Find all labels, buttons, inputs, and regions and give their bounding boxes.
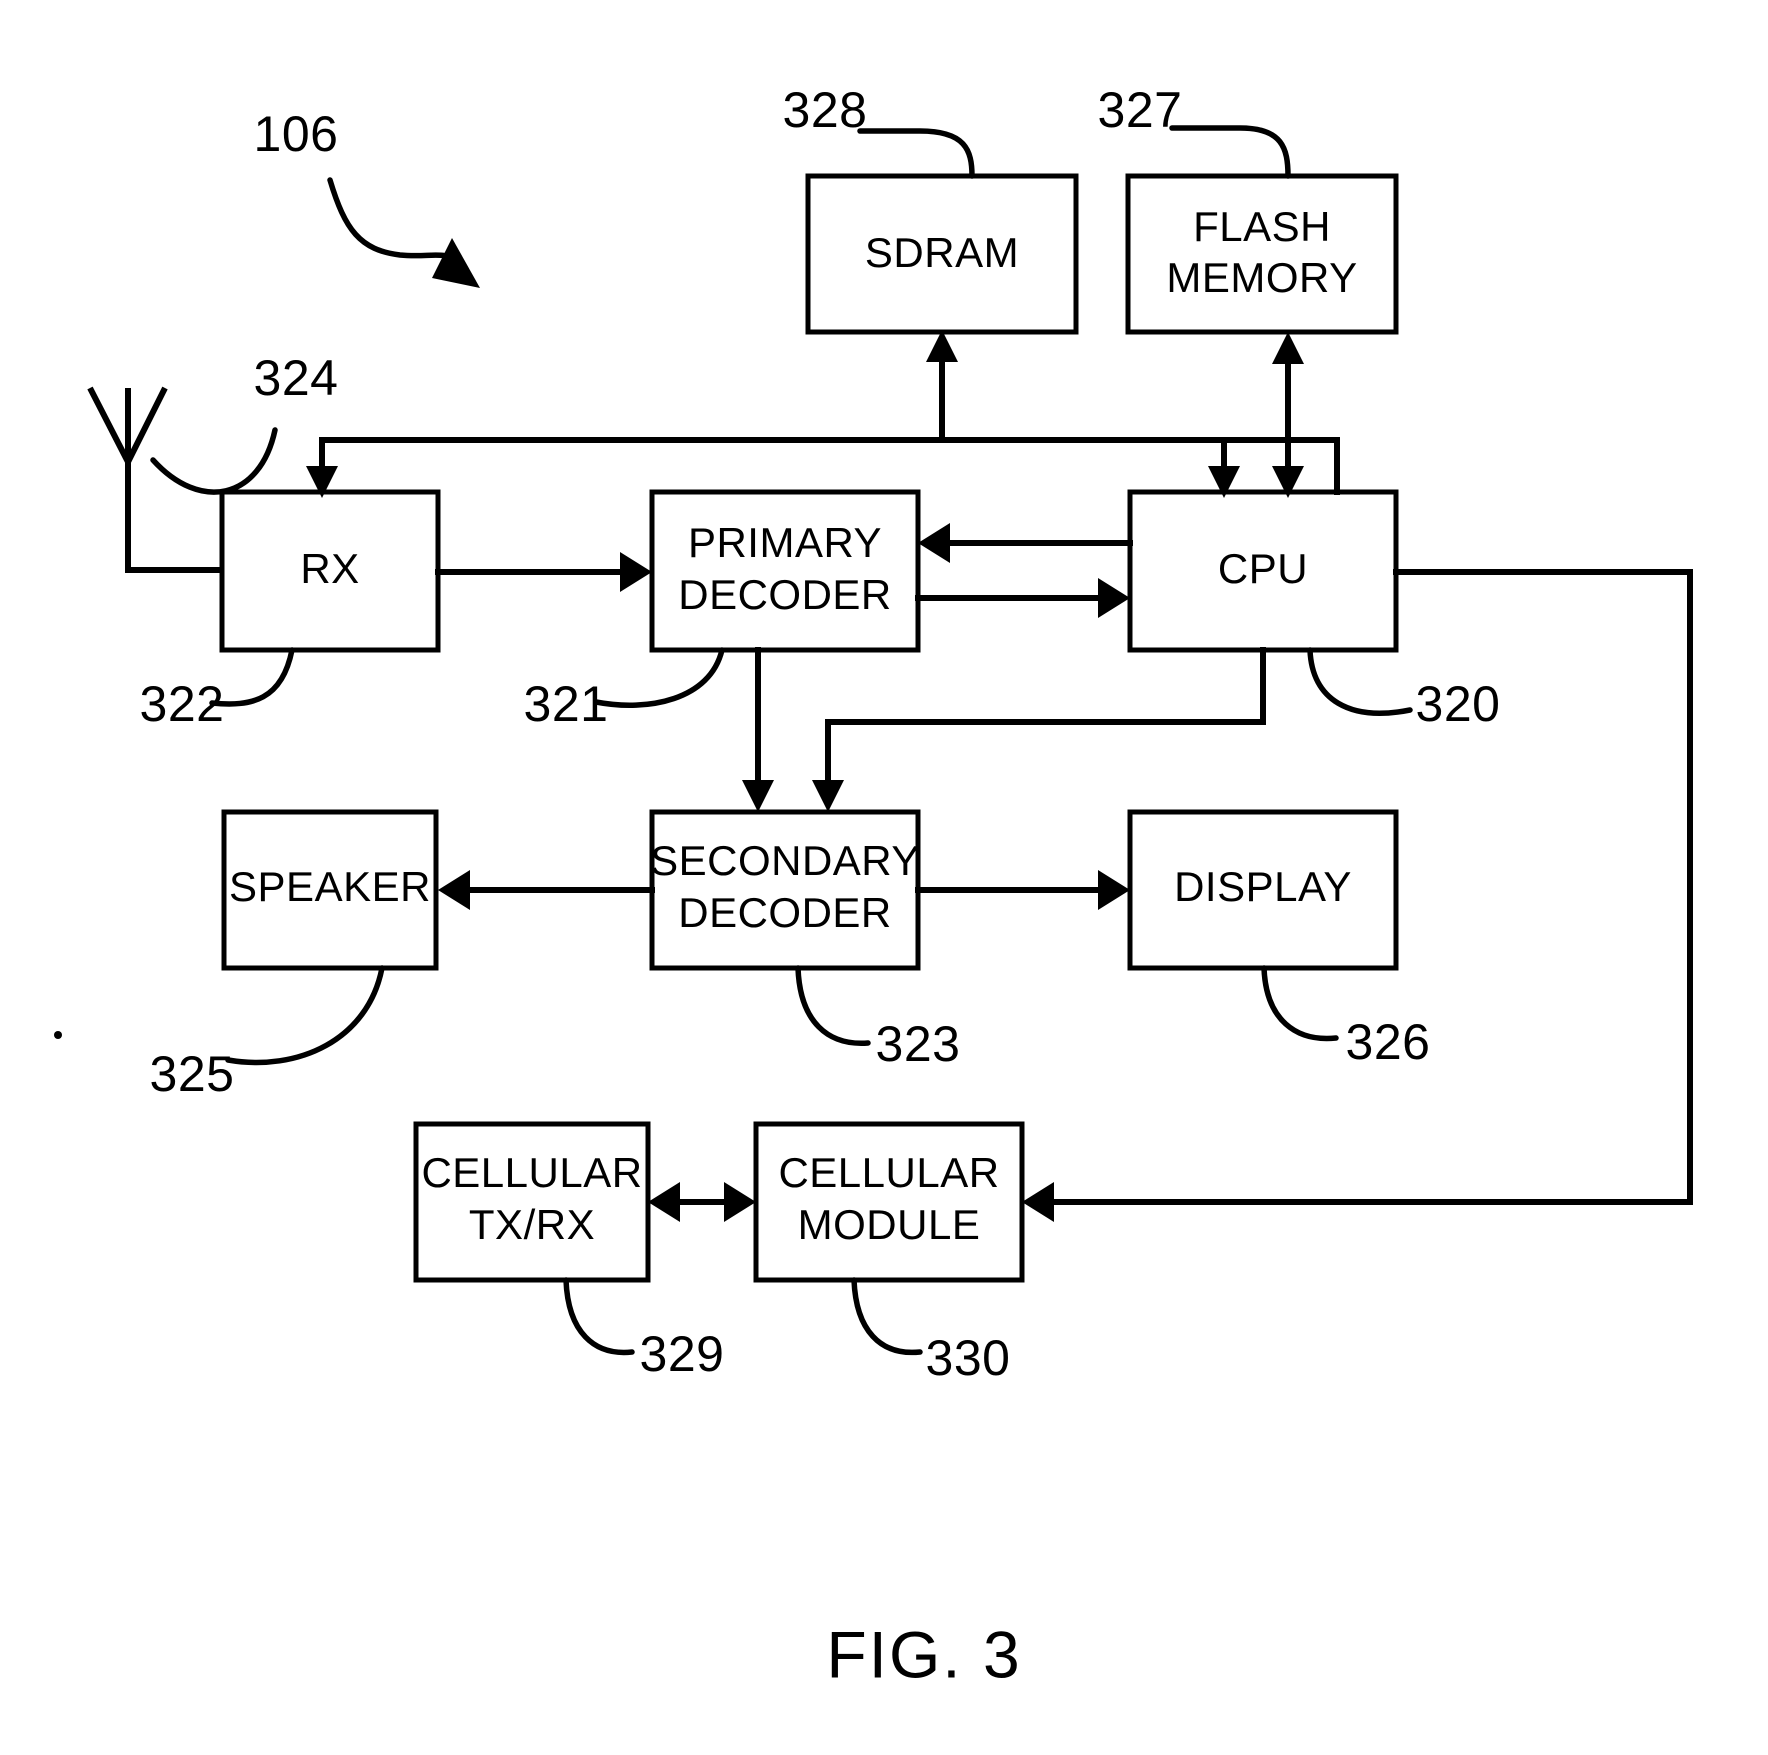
ref-number-326: 326 [1346, 1014, 1431, 1070]
leader-325 [225, 965, 385, 1066]
block-label-cell-mod-2: MODULE [798, 1201, 981, 1248]
block-label-primary-1: PRIMARY [688, 519, 882, 566]
ref-number-325: 325 [150, 1046, 235, 1102]
block-label-secondary-2: DECODER [678, 889, 892, 936]
wire-cpu-to-sdram [926, 330, 1240, 498]
block-label-cpu: CPU [1218, 545, 1308, 592]
leader-321 [593, 647, 725, 708]
leader-328 [857, 128, 975, 179]
ref-number-322: 322 [140, 676, 225, 732]
ref-number-329: 329 [640, 1326, 725, 1382]
figure-caption: FIG. 3 [826, 1617, 1021, 1691]
stray-mark [54, 1031, 62, 1039]
assembly-leader-106 [327, 177, 480, 288]
block-label-primary-2: DECODER [678, 571, 892, 618]
leader-323 [795, 965, 871, 1046]
wire-cpu-to-rx [306, 437, 1340, 498]
wire-flash-memory-cpu [1272, 332, 1304, 498]
block-label-display: DISPLAY [1174, 863, 1352, 910]
ref-number-327: 327 [1098, 82, 1183, 138]
antenna-leader-324 [150, 427, 278, 495]
block-label-cell-txrx-1: CELLULAR [421, 1149, 642, 1196]
patent-figure-3: 106 324 SDRAM 328 FLASH MEMORY 327 RX 32… [0, 0, 1768, 1755]
wire-cellular-txrx-module [648, 1182, 756, 1222]
leader-329 [563, 1277, 635, 1356]
ref-number-320: 320 [1416, 676, 1501, 732]
leader-320 [1307, 647, 1413, 716]
block-label-rx: RX [300, 545, 359, 592]
block-diagram-canvas: 106 324 SDRAM 328 FLASH MEMORY 327 RX 32… [54, 82, 1693, 1691]
wire-primary-decoder-to-cpu [915, 578, 1130, 618]
ref-number-324: 324 [254, 350, 339, 406]
wire-secondary-decoder-to-display [915, 870, 1130, 910]
wire-cpu-to-secondary-decoder [812, 647, 1266, 812]
block-label-flash-2: MEMORY [1166, 254, 1357, 301]
ref-number-328: 328 [783, 82, 868, 138]
ref-number-330: 330 [926, 1330, 1011, 1386]
block-label-cell-mod-1: CELLULAR [778, 1149, 999, 1196]
ref-number-106: 106 [254, 106, 339, 162]
block-label-flash-1: FLASH [1193, 203, 1331, 250]
block-label-cell-txrx-2: TX/RX [469, 1201, 595, 1248]
antenna-symbol [87, 386, 243, 573]
wire-primary-to-secondary-decoder [742, 647, 774, 812]
leader-330 [851, 1277, 923, 1356]
leader-326 [1261, 965, 1339, 1042]
block-label-speaker: SPEAKER [229, 863, 431, 910]
wire-cpu-to-primary-decoder [918, 523, 1133, 563]
block-label-sdram: SDRAM [865, 229, 1019, 276]
wire-rx-to-primary-decoder [435, 552, 652, 592]
leader-327 [1169, 125, 1291, 179]
ref-number-321: 321 [524, 676, 609, 732]
ref-number-323: 323 [876, 1016, 961, 1072]
wire-secondary-decoder-to-speaker [438, 870, 655, 910]
block-label-secondary-1: SECONDARY [650, 837, 920, 884]
